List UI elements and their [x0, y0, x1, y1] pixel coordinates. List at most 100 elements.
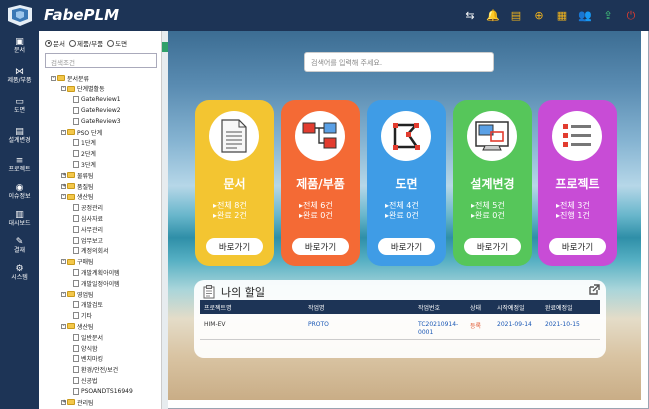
go-to-button[interactable]: 바로가기 — [549, 238, 606, 255]
module-card-design-change[interactable]: 설계변경 ▸전체 5건 ▸완료 0건 바로가기 — [453, 100, 532, 266]
tree-leaf-node[interactable]: GateReview2 — [73, 105, 121, 115]
radio-part[interactable]: 제품/부품 — [68, 38, 104, 48]
tree-leaf-node[interactable]: 벤치마킹 — [73, 354, 103, 364]
tree-folder-node[interactable]: - 영업팀 — [61, 289, 94, 299]
tree-leaf-node[interactable]: 개발검토 — [73, 300, 103, 310]
bell-icon[interactable]: 🔔 — [485, 7, 501, 23]
nav-item-issue[interactable]: ◉ 이슈정보 — [0, 178, 39, 205]
tree-leaf-node[interactable]: 일반문서 — [73, 332, 103, 342]
column-header: 완료예정일 — [545, 305, 573, 312]
tree-folder-node[interactable]: - PSO 단계 — [61, 127, 102, 137]
todo-title: 나의 할일 — [202, 284, 265, 300]
expand-toggle-icon[interactable]: - — [61, 291, 66, 297]
tree-leaf-node[interactable]: 개발계획아이템 — [73, 267, 120, 277]
tree-leaf-node[interactable]: GateReview1 — [73, 95, 121, 105]
main-nav-rail: ▣ 문서 ⋈ 제품/부품 ▭ 도면 ▤ 설계변경 ≡ 프로젝트 ◉ 이슈정보 ▥ 대시보드 ✎ 결재 ⚙ 시스템 — [0, 31, 39, 409]
expand-toggle-icon[interactable]: - — [61, 129, 66, 135]
go-to-button[interactable]: 바로가기 — [378, 238, 435, 255]
tree-leaf-node[interactable]: 양식함 — [73, 343, 98, 353]
module-card-document[interactable]: 문서 ▸전체 8건 ▸완료 2건 바로가기 — [195, 100, 274, 266]
tree-node-label: 공정관리 — [81, 205, 104, 213]
tree-leaf-node[interactable]: 개발일정아이템 — [73, 278, 120, 288]
document-icon — [73, 355, 79, 363]
go-to-button[interactable]: 바로가기 — [464, 238, 521, 255]
radio-part-label: 제품/부품 — [76, 40, 104, 48]
expand-toggle-icon[interactable]: + — [61, 183, 66, 189]
module-card-project[interactable]: 프로젝트 ▸전체 3건 ▸진행 1건 바로가기 — [538, 100, 617, 266]
tree-leaf-node[interactable]: 계정의회서 — [73, 246, 109, 256]
card-stat-total: ▸전체 5건 — [471, 201, 505, 210]
tree-leaf-node[interactable]: 환경/안전/보건 — [73, 365, 118, 375]
nav-item-product-part[interactable]: ⋈ 제품/부품 — [0, 61, 39, 91]
logo-icon[interactable] — [6, 5, 34, 26]
nav-item-design-change[interactable]: ▤ 설계변경 — [0, 121, 39, 151]
tree-node-label: 3단계 — [81, 161, 96, 169]
tree-leaf-node[interactable]: 2단계 — [73, 149, 96, 159]
nav-item-system[interactable]: ⚙ 시스템 — [0, 259, 39, 286]
radio-drawing-dot[interactable] — [107, 39, 115, 47]
export-icon[interactable]: ⇪ — [600, 7, 616, 23]
nav-item-project[interactable]: ≡ 프로젝트 — [0, 151, 39, 178]
open-external-icon[interactable] — [588, 284, 600, 296]
radio-part-dot[interactable] — [68, 39, 76, 47]
go-to-button[interactable]: 바로가기 — [292, 238, 349, 255]
tree-folder-node[interactable]: - 문서분류 — [51, 73, 89, 83]
document-icon — [73, 247, 79, 255]
swap-icon[interactable]: ⇆ — [462, 7, 478, 23]
tree-leaf-node[interactable]: GateReview3 — [73, 116, 121, 126]
module-card-product-part[interactable]: 제품/부품 ▸전체 6건 ▸완료 0건 바로가기 — [281, 100, 360, 266]
clipboard-icon[interactable]: ▤ — [508, 7, 524, 23]
nav-item-approval[interactable]: ✎ 결재 — [0, 232, 39, 259]
expand-toggle-icon[interactable]: - — [61, 323, 66, 329]
tree-leaf-node[interactable]: 1단계 — [73, 138, 96, 148]
tree-leaf-node[interactable]: PSOANDTS16949 — [73, 386, 133, 396]
tree-leaf-node[interactable]: 사무관리 — [73, 224, 103, 234]
power-icon[interactable]: ⏻ — [623, 7, 639, 23]
nav-item-drawing[interactable]: ▭ 도면 — [0, 91, 39, 121]
tree-folder-node[interactable]: + 관리팀 — [61, 397, 94, 407]
tree-leaf-node[interactable]: 신공법 — [73, 375, 98, 385]
tree-node-label: 개발일정아이템 — [81, 280, 120, 288]
table-row[interactable]: HIM-EV PROTO TC20210914-0001 등록 2021-09-14 20… — [200, 318, 600, 340]
tree-leaf-node[interactable]: 3단계 — [73, 159, 96, 169]
module-card-drawing[interactable]: 도면 ▸전체 4건 ▸완료 0건 바로가기 — [367, 100, 446, 266]
nav-item-label: 설계변경 — [8, 137, 31, 144]
radio-drawing[interactable]: 도면 — [107, 38, 127, 48]
tree-node-label: 개발검토 — [81, 302, 104, 310]
tree-folder-node[interactable]: - 단계별활동 — [61, 84, 105, 94]
expand-toggle-icon[interactable]: - — [51, 75, 56, 81]
tree-folder-node[interactable]: + 품질팀 — [61, 181, 94, 191]
nav-item-document[interactable]: ▣ 문서 — [0, 31, 39, 61]
card-title: 도면 — [395, 177, 418, 191]
radio-document-dot[interactable] — [45, 39, 52, 47]
expand-toggle-icon[interactable]: - — [61, 86, 66, 92]
tree-folder-node[interactable]: - 생산팀 — [61, 321, 94, 331]
card-title: 설계변경 — [470, 177, 515, 191]
go-to-button[interactable]: 바로가기 — [206, 238, 263, 255]
nav-item-dashboard[interactable]: ▥ 대시보드 — [0, 205, 39, 232]
tree-folder-node[interactable]: + 물류팀 — [61, 170, 94, 180]
expand-toggle-icon[interactable]: - — [61, 194, 66, 200]
clipboard-icon — [203, 285, 215, 299]
tree-leaf-node[interactable]: 업무보고 — [73, 235, 103, 245]
calendar-icon[interactable]: ▦ — [554, 7, 570, 23]
expand-toggle-icon[interactable]: + — [61, 399, 66, 405]
tree-search-input[interactable]: 검색조건 — [45, 53, 157, 68]
expand-toggle-icon[interactable]: + — [61, 172, 66, 178]
user-group-icon[interactable]: 👥 — [577, 7, 593, 23]
tree-leaf-node[interactable]: 기타 — [73, 311, 92, 321]
tree-node-label: 생산팀 — [77, 194, 94, 202]
globe-icon[interactable]: ⊕ — [531, 7, 547, 23]
tree-leaf-node[interactable]: 심사자료 — [73, 213, 103, 223]
radio-document[interactable]: 문서 — [45, 38, 65, 48]
tree-folder-node[interactable]: - 생산팀 — [61, 192, 94, 202]
expand-toggle-icon[interactable]: - — [61, 259, 66, 265]
nav-approval-icon: ✎ — [15, 236, 24, 247]
tree-leaf-node[interactable]: 공정관리 — [73, 203, 103, 213]
tree-folder-node[interactable]: - 구매팀 — [61, 257, 94, 267]
tree-node-label: 업무보고 — [81, 237, 104, 245]
main-search-input[interactable]: 검색어를 입력해 주세요. — [304, 52, 494, 72]
cell-status: 등록 — [470, 323, 482, 330]
nav-drawing-icon: ▭ — [15, 97, 24, 107]
nav-project-icon: ≡ — [15, 155, 24, 166]
